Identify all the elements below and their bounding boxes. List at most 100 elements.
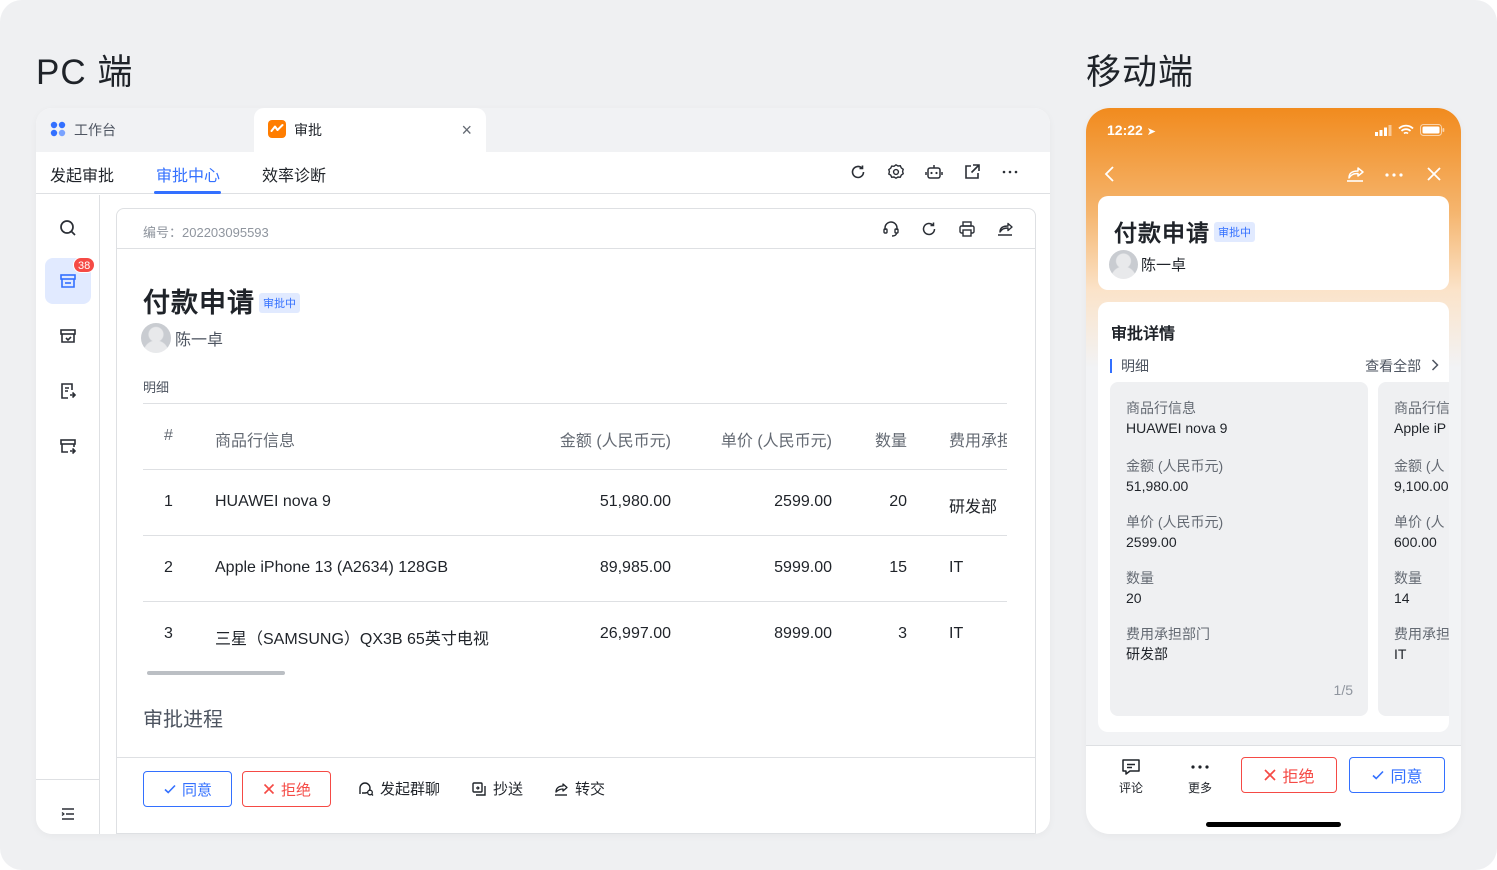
pc-section-title: PC 端 [36, 53, 134, 92]
field: 数量 20 [1126, 568, 1154, 608]
archive-icon[interactable] [45, 313, 91, 359]
mobile-footer: 评论 更多 拒绝 同意 [1086, 745, 1461, 834]
detail-card: 审批详情 明细 查看全部 商品行信息 HUAWEI nova 9 金额 (人民币元… [1098, 302, 1449, 732]
workbench-icon [50, 121, 66, 140]
refresh-icon[interactable] [919, 219, 939, 239]
location-icon: ➤ [1146, 126, 1156, 138]
agree-button[interactable]: 同意 [1349, 757, 1445, 793]
cell-amount: 26,997.00 [599, 625, 671, 642]
tab-label: 工作台 [74, 122, 116, 138]
col-amount: 金额 (人民币元) [559, 433, 671, 450]
field-value: 研发部 [1126, 646, 1168, 662]
detail-item-card[interactable]: 商品行信 Apple iP 金额 (人 9,100.00 单价 (人 600.00 数… [1378, 382, 1449, 716]
comment-icon [1122, 759, 1140, 775]
transfer-icon [553, 781, 569, 797]
close-icon[interactable]: × [461, 121, 472, 139]
field: 金额 (人民币元) 51,980.00 [1126, 456, 1223, 496]
refresh-icon[interactable] [848, 162, 868, 182]
field-key: 费用承担 [1394, 626, 1449, 642]
cell-quantity: 20 [889, 493, 907, 510]
share-icon[interactable] [1345, 164, 1365, 184]
inbox-icon[interactable]: 38 [45, 257, 96, 304]
transfer-button[interactable]: 转交 [553, 778, 605, 799]
field-key: 商品行信息 [1126, 400, 1196, 416]
reject-button[interactable]: 拒绝 [1241, 757, 1337, 793]
field-key: 单价 (人民币元) [1126, 514, 1224, 530]
headset-icon[interactable] [881, 219, 901, 239]
cc-icon[interactable] [45, 423, 91, 469]
check-icon [164, 784, 176, 794]
open-external-icon[interactable] [962, 162, 982, 182]
cell-amount: 51,980.00 [599, 493, 671, 510]
title-text: 付款申请 [143, 288, 255, 318]
table-row[interactable]: 3 三星（SAMSUNG）QX3B 65英寸电视 26,997.00 8999.… [143, 602, 1007, 667]
applicant-name: 陈一卓 [175, 332, 224, 349]
table-row[interactable]: 2 Apple iPhone 13 (A2634) 128GB 89,985.0… [143, 536, 1007, 602]
cell-quantity: 3 [898, 625, 907, 642]
table-header-row: # 商品行信息 金额 (人民币元) 单价 (人民币元) 数量 费用承担 [143, 404, 1007, 470]
collapse-menu-icon[interactable] [45, 791, 91, 834]
cell-index: 1 [164, 493, 173, 510]
nav-approval-center[interactable]: 审批中心 [156, 162, 220, 186]
group-chat-button[interactable]: 发起群聊 [358, 778, 440, 799]
field: 费用承担 IT [1394, 624, 1449, 664]
mobile-section-title: 移动端 [1086, 53, 1195, 92]
detail-item-card[interactable]: 商品行信息 HUAWEI nova 9 金额 (人民币元) 51,980.00 单价… [1110, 382, 1368, 716]
field-value: HUAWEI nova 9 [1126, 420, 1228, 436]
cell-cost-dept: 研发部 [949, 499, 998, 516]
nav-initiate[interactable]: 发起审批 [50, 162, 114, 186]
col-item: 商品行信息 [215, 433, 296, 450]
more-button[interactable]: 更多 [1175, 758, 1225, 796]
table-scrollbar[interactable] [147, 671, 285, 675]
approval-app-icon [268, 119, 286, 141]
approval-card: 编号：202203095593 付款申请 审批中 陈一卓 明细 # 商品行信息 … [116, 208, 1036, 834]
reject-button[interactable]: 拒绝 [242, 771, 331, 807]
sidebar: 38 [36, 195, 100, 834]
print-icon[interactable] [957, 219, 977, 239]
bot-icon[interactable] [924, 162, 944, 182]
field-value: 51,980.00 [1126, 478, 1189, 494]
detail-title: 审批详情 [1111, 326, 1176, 343]
field-key: 单价 (人 [1394, 514, 1445, 530]
col-index: # [164, 427, 173, 444]
cc-label: 抄送 [493, 781, 524, 798]
applicant: 陈一卓 [1109, 250, 1186, 279]
summary-card: 付款申请 审批中 陈一卓 [1098, 196, 1449, 290]
nav-toolbar [848, 162, 1020, 182]
back-icon[interactable] [1104, 166, 1116, 182]
page-title: 付款申请 审批中 [143, 281, 300, 320]
agree-button[interactable]: 同意 [143, 771, 232, 807]
search-icon[interactable] [45, 205, 91, 251]
active-tab-indicator [154, 191, 221, 194]
nav-efficiency[interactable]: 效率诊断 [262, 162, 326, 186]
more-icon [1191, 765, 1209, 769]
page-title: 付款申请 审批中 [1114, 214, 1255, 248]
field: 数量 14 [1394, 568, 1422, 608]
status-badge: 审批中 [1214, 222, 1255, 242]
field-key: 商品行信 [1394, 400, 1449, 416]
more-icon[interactable] [1384, 172, 1404, 178]
title-text: 付款申请 [1114, 220, 1210, 246]
group-chat-icon [358, 781, 374, 797]
settings-icon[interactable] [886, 162, 906, 182]
view-all-link[interactable]: 查看全部 [1365, 359, 1439, 373]
cc-button[interactable]: 抄送 [471, 778, 523, 799]
cell-amount: 89,985.00 [599, 559, 671, 576]
signal-icon [1375, 124, 1392, 136]
tab-approval[interactable]: 审批 × [254, 108, 486, 152]
close-icon[interactable] [1426, 166, 1442, 182]
field-key: 数量 [1394, 570, 1422, 586]
share-icon[interactable] [995, 219, 1015, 239]
more-icon[interactable] [1000, 162, 1020, 182]
unread-badge: 38 [73, 257, 96, 273]
tab-workbench[interactable]: 工作台 [50, 108, 254, 152]
top-nav: 发起审批 审批中心 效率诊断 [36, 152, 1050, 194]
submitted-icon[interactable] [45, 368, 91, 414]
card-toolbar [881, 219, 1015, 239]
comment-button[interactable]: 评论 [1106, 758, 1156, 796]
mobile-frame: 12:22 ➤ 付款申请 审批中 陈一卓 审批详情 明细 查看全部 商品行信息 … [1086, 108, 1461, 834]
field: 单价 (人 600.00 [1394, 512, 1445, 552]
table-row[interactable]: 1 HUAWEI nova 9 51,980.00 2599.00 20 研发部 [143, 470, 1007, 536]
field-key: 数量 [1126, 570, 1154, 586]
field-value: 20 [1126, 590, 1142, 606]
